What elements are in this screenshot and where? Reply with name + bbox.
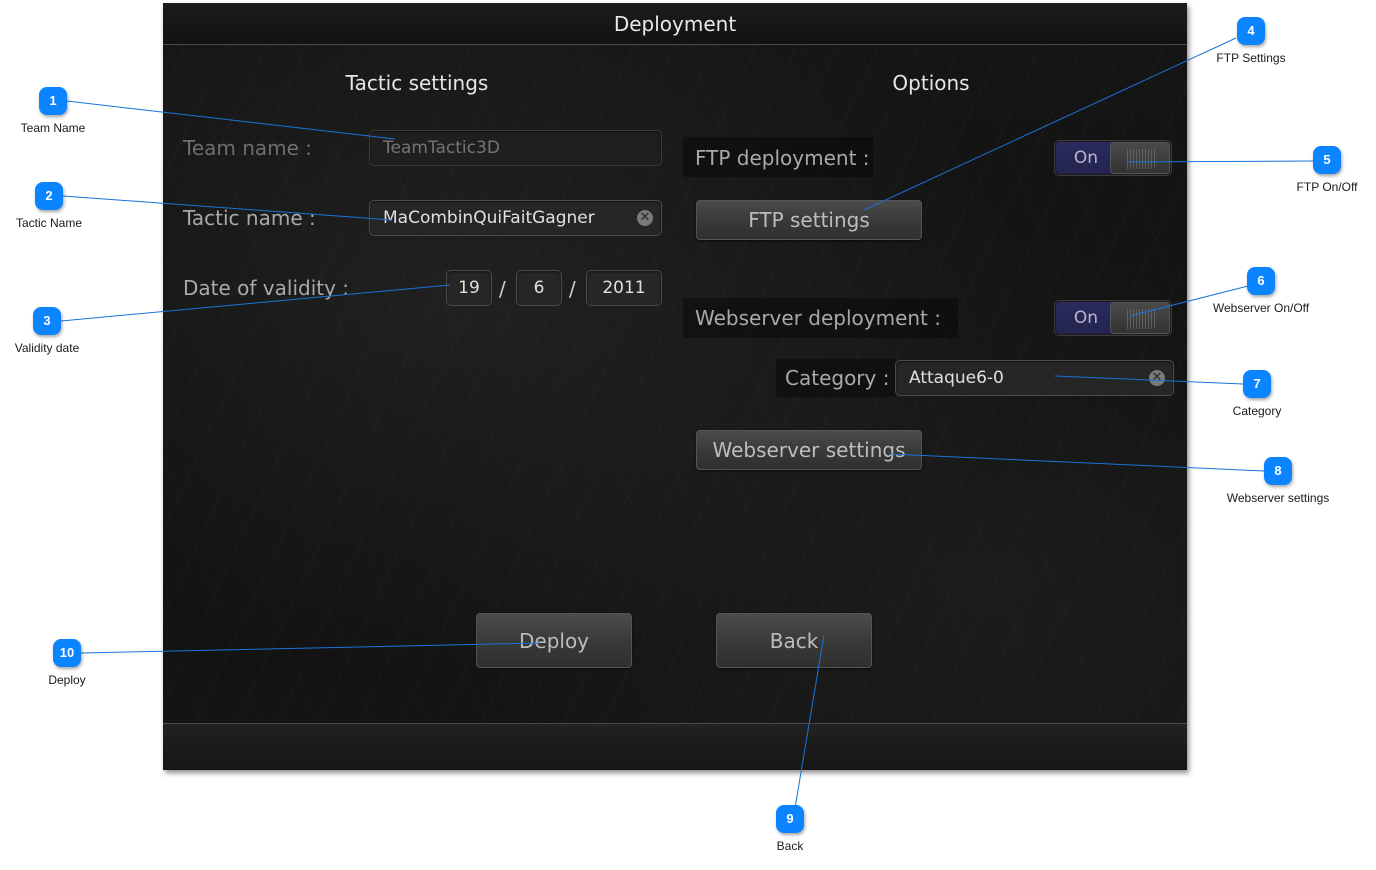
date-year-value: 2011 bbox=[602, 278, 646, 298]
date-of-validity-label: Date of validity : bbox=[183, 276, 350, 300]
callout-badge-1: 1 bbox=[39, 87, 67, 115]
window-title: Deployment bbox=[613, 11, 737, 36]
ftp-toggle-on-label: On bbox=[1056, 142, 1116, 174]
callout-badge-5: 5 bbox=[1313, 146, 1341, 174]
callout-label-validity-date: Validity date bbox=[14, 341, 80, 355]
category-value: Attaque6-0 bbox=[909, 368, 1004, 388]
callout-label-webserver-settings: Webserver settings bbox=[1226, 491, 1330, 505]
callout-badge-6: 6 bbox=[1247, 267, 1275, 295]
callout-label-back: Back bbox=[776, 839, 804, 853]
webserver-deployment-label: Webserver deployment : bbox=[695, 306, 941, 330]
date-day-field[interactable]: 19 bbox=[446, 270, 492, 306]
title-bar: Deployment bbox=[163, 3, 1187, 45]
ftp-toggle[interactable]: On bbox=[1054, 140, 1172, 176]
date-year-field[interactable]: 2011 bbox=[586, 270, 662, 306]
callout-label-deploy: Deploy bbox=[48, 673, 86, 687]
options-heading: Options bbox=[892, 71, 970, 95]
date-separator: / bbox=[569, 277, 576, 301]
callout-badge-8: 8 bbox=[1264, 457, 1292, 485]
tactic-name-field[interactable]: MaCombinQuiFaitGagner ✕ bbox=[369, 200, 662, 236]
callout-label-category: Category bbox=[1232, 404, 1282, 418]
date-month-field[interactable]: 6 bbox=[516, 270, 562, 306]
bottom-bar bbox=[163, 723, 1187, 770]
webserver-toggle-knob[interactable] bbox=[1110, 302, 1170, 334]
category-field[interactable]: Attaque6-0 ✕ bbox=[895, 360, 1174, 396]
callout-label-webserver-on-off: Webserver On/Off bbox=[1212, 301, 1310, 315]
clear-icon[interactable]: ✕ bbox=[1149, 370, 1165, 386]
callout-label-team-name: Team Name bbox=[20, 121, 86, 135]
tactic-name-value: MaCombinQuiFaitGagner bbox=[383, 208, 595, 228]
callout-badge-3: 3 bbox=[33, 307, 61, 335]
callout-badge-4: 4 bbox=[1237, 17, 1265, 45]
tactic-settings-heading: Tactic settings bbox=[345, 71, 489, 95]
callout-badge-7: 7 bbox=[1243, 370, 1271, 398]
ftp-toggle-knob[interactable] bbox=[1110, 142, 1170, 174]
grip-icon bbox=[1127, 149, 1157, 169]
clear-icon[interactable]: ✕ bbox=[637, 210, 653, 226]
deploy-button[interactable]: Deploy bbox=[476, 613, 632, 668]
callout-badge-10: 10 bbox=[53, 639, 81, 667]
tactic-name-label: Tactic name : bbox=[183, 206, 316, 230]
grip-icon bbox=[1127, 309, 1157, 329]
callout-badge-2: 2 bbox=[35, 182, 63, 210]
date-month-value: 6 bbox=[533, 278, 545, 298]
callout-label-ftp-on-off: FTP On/Off bbox=[1296, 180, 1358, 194]
team-name-value: TeamTactic3D bbox=[383, 138, 500, 158]
team-name-field[interactable]: TeamTactic3D bbox=[369, 130, 662, 166]
back-button[interactable]: Back bbox=[716, 613, 872, 668]
webserver-toggle-on-label: On bbox=[1056, 302, 1116, 334]
ftp-settings-button[interactable]: FTP settings bbox=[696, 200, 922, 240]
date-separator: / bbox=[499, 277, 506, 301]
ftp-deployment-label: FTP deployment : bbox=[695, 146, 870, 170]
team-name-label: Team name : bbox=[183, 136, 313, 160]
callout-label-ftp-settings: FTP Settings bbox=[1216, 51, 1286, 65]
deployment-window: Deployment Tactic settings Team name : T… bbox=[163, 3, 1187, 770]
callout-label-tactic-name: Tactic Name bbox=[15, 216, 83, 230]
webserver-toggle[interactable]: On bbox=[1054, 300, 1172, 336]
callout-badge-9: 9 bbox=[776, 805, 804, 833]
webserver-settings-button[interactable]: Webserver settings bbox=[696, 430, 922, 470]
date-day-value: 19 bbox=[458, 278, 480, 298]
category-label: Category : bbox=[785, 366, 890, 390]
